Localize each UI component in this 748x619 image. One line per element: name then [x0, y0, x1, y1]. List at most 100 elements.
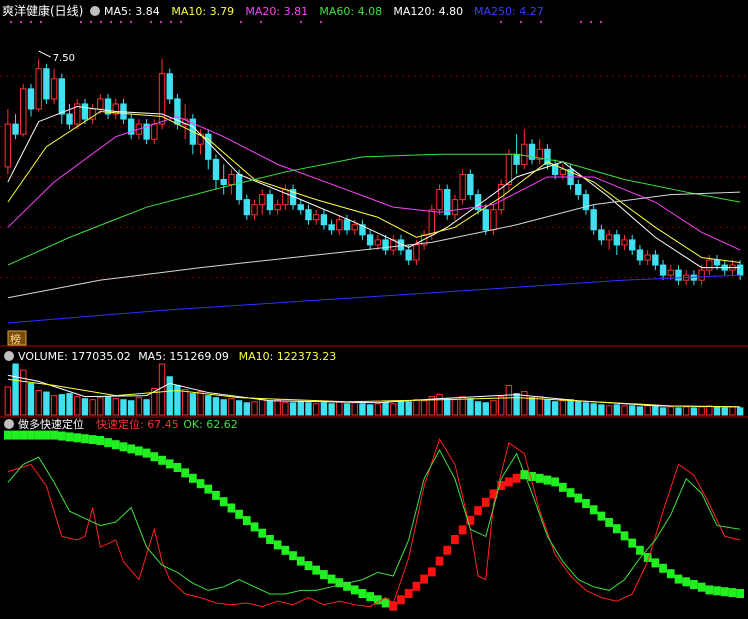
candle[interactable]: [482, 209, 489, 231]
signal-block: [412, 581, 421, 591]
volume-bar: [259, 399, 266, 416]
signal-dot: [590, 21, 592, 23]
candle[interactable]: [297, 204, 304, 211]
candle[interactable]: [490, 209, 497, 231]
candle[interactable]: [343, 219, 351, 231]
candle[interactable]: [521, 143, 528, 165]
candle[interactable]: [659, 264, 667, 276]
signal-block: [242, 516, 251, 526]
candle[interactable]: [605, 234, 613, 241]
volume-bar: [197, 391, 204, 416]
candle[interactable]: [621, 239, 628, 246]
candle[interactable]: [50, 78, 58, 100]
volume-bar: [420, 400, 428, 416]
volume-bar: [251, 401, 258, 416]
volume-bar: [713, 406, 721, 416]
candle[interactable]: [228, 173, 235, 186]
candle[interactable]: [667, 269, 674, 276]
candle[interactable]: [35, 68, 42, 110]
candle[interactable]: [151, 123, 158, 140]
volume-bar: [382, 402, 389, 416]
signal-block: [458, 525, 467, 535]
candle[interactable]: [166, 73, 173, 100]
candle[interactable]: [97, 98, 104, 110]
candle[interactable]: [328, 224, 335, 231]
signal-block: [304, 561, 313, 571]
candle[interactable]: [590, 209, 597, 231]
candle[interactable]: [713, 259, 721, 266]
candle[interactable]: [559, 168, 567, 175]
candle[interactable]: [736, 264, 744, 276]
volume-indicator: MA10: 122373.23: [239, 350, 337, 363]
signal-block: [666, 569, 675, 579]
candle[interactable]: [366, 234, 374, 246]
candle[interactable]: [505, 153, 513, 186]
candle[interactable]: [251, 204, 258, 216]
chevron-down-icon[interactable]: [4, 351, 14, 361]
candle[interactable]: [405, 249, 412, 261]
candle[interactable]: [20, 88, 27, 135]
candle[interactable]: [644, 254, 651, 261]
candle[interactable]: [212, 158, 220, 180]
chevron-down-icon[interactable]: [4, 419, 14, 429]
volume-bar: [366, 404, 374, 416]
candle[interactable]: [598, 229, 605, 241]
candle[interactable]: [428, 209, 436, 236]
signal-block: [690, 580, 698, 589]
candle[interactable]: [374, 239, 382, 246]
volume-bar: [35, 390, 42, 416]
candle[interactable]: [351, 224, 358, 231]
candle[interactable]: [636, 249, 644, 261]
candle[interactable]: [436, 189, 443, 211]
volume-bar: [320, 402, 328, 416]
volume-bar: [27, 382, 35, 416]
candle[interactable]: [12, 123, 19, 135]
candle[interactable]: [629, 239, 636, 251]
candle[interactable]: [235, 173, 243, 201]
candle[interactable]: [259, 194, 266, 206]
candle[interactable]: [451, 199, 459, 216]
signal-block: [57, 431, 66, 441]
candle[interactable]: [459, 173, 466, 201]
candle[interactable]: [282, 189, 289, 206]
candle[interactable]: [382, 239, 389, 251]
signal-block: [682, 577, 691, 587]
volume-bar: [312, 403, 320, 416]
signal-block: [4, 430, 12, 440]
volume-bar: [613, 404, 621, 416]
candle[interactable]: [66, 113, 73, 125]
chevron-down-icon[interactable]: [90, 6, 100, 16]
stock-chart[interactable]: 爽洋健康(日线) MA5: 3.84 MA10: 3.79 MA20: 3.81 MA6…: [0, 0, 748, 615]
candle[interactable]: [652, 254, 659, 266]
candle[interactable]: [613, 234, 621, 246]
candle[interactable]: [43, 68, 50, 100]
candle[interactable]: [675, 269, 682, 281]
candle[interactable]: [698, 269, 705, 281]
candle[interactable]: [81, 103, 89, 120]
candle[interactable]: [58, 78, 66, 115]
candle[interactable]: [312, 214, 320, 221]
candle[interactable]: [305, 209, 312, 221]
candle[interactable]: [4, 123, 12, 168]
signal-block: [65, 432, 74, 442]
volume-bar: [598, 404, 605, 416]
candle[interactable]: [336, 219, 343, 231]
candle[interactable]: [274, 204, 281, 211]
candle[interactable]: [243, 199, 251, 216]
candle[interactable]: [27, 88, 35, 110]
volume-bar: [205, 395, 212, 416]
candle[interactable]: [320, 214, 328, 226]
candle[interactable]: [706, 259, 713, 271]
signal-block: [659, 563, 667, 573]
signal-block: [73, 433, 82, 443]
volume-indicator: VOLUME: 177035.02: [18, 350, 131, 363]
volume-bar: [282, 402, 289, 416]
candle[interactable]: [513, 153, 520, 165]
candle[interactable]: [467, 173, 474, 196]
candle[interactable]: [413, 244, 420, 261]
candle[interactable]: [575, 184, 582, 196]
signal-block: [34, 430, 43, 440]
volume-bar: [289, 402, 297, 416]
candle[interactable]: [266, 194, 274, 211]
candle[interactable]: [220, 178, 227, 186]
